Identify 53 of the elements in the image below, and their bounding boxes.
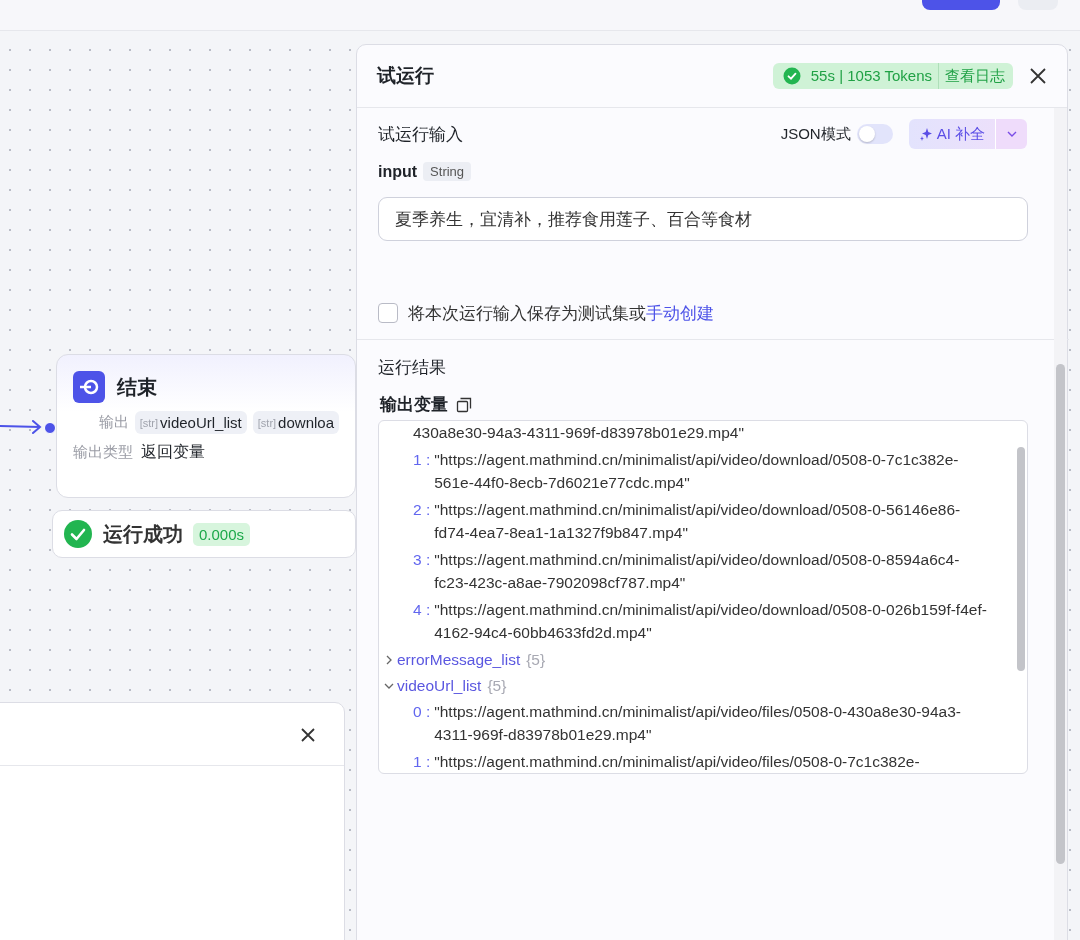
end-node-card[interactable]: 结束 输出 [str]videoUrl_list [str]downloa 输出类型 返回变量: [56, 354, 356, 498]
type-tag: String: [423, 162, 472, 181]
json-index: 3 :: [413, 550, 431, 570]
scrollbar[interactable]: [1017, 447, 1025, 671]
sparkle-icon: [918, 127, 933, 141]
json-key[interactable]: errorMessage_list: [397, 648, 521, 671]
manual-create-link[interactable]: 手动创建: [646, 303, 714, 323]
node-title: 结束: [117, 374, 157, 400]
output-variables-label: 输出变量: [380, 394, 448, 416]
panel-title: 试运行: [377, 64, 435, 88]
run-summary-text: 55s | 1053 Tokens: [810, 63, 939, 89]
section-title: 试运行输入: [378, 123, 464, 146]
output-label: 输出: [97, 413, 129, 432]
output-type-label: 输出类型: [73, 443, 133, 462]
view-log-link[interactable]: 查看日志: [939, 66, 1013, 86]
json-index: 1 :: [413, 450, 431, 470]
exit-icon: [73, 371, 105, 403]
json-index: 0 :: [413, 702, 431, 722]
run-status-text: 运行成功: [103, 521, 183, 547]
run-time-badge: 0.000s: [193, 522, 251, 546]
json-index: 2 :: [413, 500, 431, 520]
input-field[interactable]: 夏季养生，宜清补，推荐食用莲子、百合等食材: [378, 197, 1028, 241]
json-value: "https://agent.mathmind.cn/minimalist/api/video/download/0508-0-026b159f-f4ef-4162-94c4-60bb4633fd2d.mp4": [434, 600, 988, 643]
copy-icon[interactable]: [456, 396, 472, 413]
json-mode-label: JSON模式: [780, 124, 851, 144]
json-index: 4 :: [413, 600, 431, 620]
json-value: "https://agent.mathmind.cn/minimalist/api/video/files/0508-0-7c1c382e-: [434, 752, 920, 772]
json-count: {5}: [526, 650, 546, 670]
json-value: "https://agent.mathmind.cn/minimalist/api/video/download/0508-0-8594a6c4-fc23-423c-a8ae-7902098cf787.mp4": [434, 550, 961, 593]
json-value: "https://agent.mathmind.cn/minimalist/api/video/download/0508-0-7c1c382e-561e-44f0-8ecb-7d6021e77cdc.mp4": [434, 450, 960, 493]
output-tag: [str]videoUrl_list: [134, 411, 247, 434]
section-title: 运行结果: [378, 357, 447, 379]
save-checkbox[interactable]: [378, 303, 398, 323]
json-value: "https://agent.mathmind.cn/minimalist/api/video/download/0508-0-56146e86-fd74-4ea7-8ea1-1a1327f9b847.mp4": [434, 500, 962, 543]
success-check-icon: [63, 519, 93, 549]
scrollbar[interactable]: [1054, 108, 1067, 940]
close-icon[interactable]: [1029, 67, 1047, 85]
ai-complete-button[interactable]: AI 补全: [908, 119, 995, 149]
json-index: 1 :: [413, 752, 431, 772]
port-dot[interactable]: [44, 422, 56, 434]
close-icon[interactable]: [300, 727, 316, 743]
json-count: {5}: [487, 676, 507, 696]
connector-arrow: [0, 418, 44, 436]
output-tag: [str]downloa: [252, 411, 339, 434]
output-type-value: 返回变量: [141, 442, 205, 462]
json-value: "https://agent.mathmind.cn/minimalist/api/video/files/0508-0-430a8e30-94a3-4311-969f-d83978b01e29.mp4": [434, 702, 962, 745]
json-mode-toggle[interactable]: [856, 124, 893, 144]
primary-button[interactable]: [922, 0, 1000, 10]
field-label: input: [378, 162, 418, 181]
save-option-text: 将本次运行输入保存为测试集或手动创建: [408, 302, 714, 325]
json-key[interactable]: videoUrl_list: [397, 674, 482, 697]
success-check-icon: [782, 67, 801, 85]
json-value: 430a8e30-94a3-4311-969f-d83978b01e29.mp4": [412, 423, 745, 443]
